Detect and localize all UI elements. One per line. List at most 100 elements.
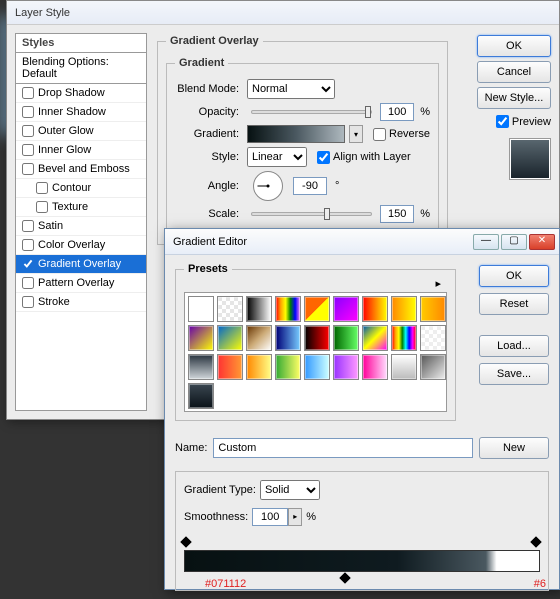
blend-mode-label: Blend Mode: [175, 83, 243, 95]
scale-field[interactable] [380, 205, 414, 223]
style-item-gradient-overlay[interactable]: Gradient Overlay [16, 255, 146, 274]
style-item-drop-shadow[interactable]: Drop Shadow [16, 84, 146, 103]
angle-knob[interactable] [253, 171, 283, 201]
style-item-bevel-and-emboss[interactable]: Bevel and Emboss [16, 160, 146, 179]
preset-swatch[interactable] [333, 296, 359, 322]
preset-swatch[interactable] [188, 354, 214, 380]
gradient-subgroup-legend: Gradient [175, 57, 228, 69]
style-item-contour[interactable]: Contour [16, 179, 146, 198]
opacity-label: Opacity: [175, 106, 243, 118]
deg: ° [335, 180, 339, 192]
style-item-texture[interactable]: Texture [16, 198, 146, 217]
gradient-overlay-legend: Gradient Overlay [166, 35, 263, 47]
ge-load-button[interactable]: Load... [479, 335, 549, 357]
preset-swatch[interactable] [420, 354, 446, 380]
preset-swatch[interactable] [246, 325, 272, 351]
styles-panel: Styles Blending Options: Default Drop Sh… [15, 33, 147, 411]
cancel-button[interactable]: Cancel [477, 61, 551, 83]
gradient-type-label: Gradient Type: [184, 484, 256, 496]
angle-field[interactable] [293, 177, 327, 195]
style-item-satin[interactable]: Satin [16, 217, 146, 236]
preview-swatch [509, 138, 551, 180]
gradient-subgroup: Gradient Blend Mode: Normal Opacity: % G… [166, 57, 439, 236]
presets-group: Presets ▸ [175, 263, 456, 421]
ge-reset-button[interactable]: Reset [479, 293, 549, 315]
pct: % [420, 106, 430, 118]
reverse-checkbox[interactable]: Reverse [373, 128, 430, 141]
preset-swatch[interactable] [362, 354, 388, 380]
preset-swatch[interactable] [333, 325, 359, 351]
style-select[interactable]: Linear [247, 147, 307, 167]
preset-swatch[interactable] [391, 354, 417, 380]
preset-swatch[interactable] [188, 296, 214, 322]
gradient-type-group: Gradient Type: Solid Smoothness: ▸ % [175, 471, 549, 591]
name-field[interactable] [213, 438, 473, 458]
angle-label: Angle: [175, 180, 243, 192]
style-item-inner-glow[interactable]: Inner Glow [16, 141, 146, 160]
preset-swatch[interactable] [275, 296, 301, 322]
preset-swatch[interactable] [246, 296, 272, 322]
presets-menu-icon[interactable]: ▸ [431, 278, 445, 290]
style-item-inner-shadow[interactable]: Inner Shadow [16, 103, 146, 122]
gradient-overlay-group: Gradient Overlay Gradient Blend Mode: No… [157, 35, 448, 245]
gradient-type-select[interactable]: Solid [260, 480, 320, 500]
preset-swatch[interactable] [304, 296, 330, 322]
preset-swatch[interactable] [304, 354, 330, 380]
styles-header: Styles [16, 34, 146, 53]
style-item-stroke[interactable]: Stroke [16, 293, 146, 312]
gradient-editor-titlebar[interactable]: Gradient Editor — ▢ ✕ [165, 229, 559, 255]
layer-style-titlebar[interactable]: Layer Style [7, 1, 559, 25]
maximize-icon[interactable]: ▢ [501, 234, 527, 250]
scale-label: Scale: [175, 208, 243, 220]
preset-swatch[interactable] [362, 296, 388, 322]
gradient-editor-title: Gradient Editor [173, 236, 247, 248]
minimize-icon[interactable]: — [473, 234, 499, 250]
preset-swatch[interactable] [362, 325, 388, 351]
preset-swatch[interactable] [275, 325, 301, 351]
opacity-field[interactable] [380, 103, 414, 121]
blending-options-row[interactable]: Blending Options: Default [16, 53, 146, 84]
ok-button[interactable]: OK [477, 35, 551, 57]
gradient-editor-dialog: Gradient Editor — ▢ ✕ Presets ▸ OK Reset… [164, 228, 560, 590]
presets-label: Presets [188, 263, 228, 275]
name-label: Name: [175, 442, 207, 454]
style-item-color-overlay[interactable]: Color Overlay [16, 236, 146, 255]
style-item-outer-glow[interactable]: Outer Glow [16, 122, 146, 141]
smoothness-field[interactable] [252, 508, 288, 526]
preset-swatch[interactable] [420, 325, 446, 351]
layer-style-buttons: OK Cancel New Style... Preview [477, 35, 551, 180]
preset-swatch[interactable] [188, 383, 214, 409]
opacity-slider[interactable] [251, 110, 372, 114]
preset-swatch[interactable] [275, 354, 301, 380]
ge-ok-button[interactable]: OK [479, 265, 549, 287]
style-item-pattern-overlay[interactable]: Pattern Overlay [16, 274, 146, 293]
align-checkbox[interactable]: Align with Layer [317, 151, 411, 164]
smoothness-stepper[interactable]: ▸ [288, 508, 302, 526]
gradient-editor-buttons: OK Reset Load... Save... [479, 265, 549, 385]
preset-swatch[interactable] [333, 354, 359, 380]
preview-checkbox[interactable]: Preview [477, 115, 551, 128]
gradient-bar[interactable] [184, 540, 540, 582]
preset-swatch[interactable] [420, 296, 446, 322]
layer-style-title: Layer Style [15, 7, 70, 19]
preset-grid [184, 292, 447, 412]
gradient-dropdown[interactable]: ▾ [349, 125, 363, 143]
preset-swatch[interactable] [217, 354, 243, 380]
preset-swatch[interactable] [217, 325, 243, 351]
smoothness-label: Smoothness: [184, 511, 248, 523]
blend-mode-select[interactable]: Normal [247, 79, 335, 99]
preset-swatch[interactable] [391, 296, 417, 322]
new-button[interactable]: New [479, 437, 549, 459]
scale-slider[interactable] [251, 212, 372, 216]
gradient-label: Gradient: [175, 128, 243, 140]
preset-swatch[interactable] [246, 354, 272, 380]
preset-swatch[interactable] [391, 325, 417, 351]
preset-swatch[interactable] [304, 325, 330, 351]
style-label: Style: [175, 151, 243, 163]
preset-swatch[interactable] [188, 325, 214, 351]
gradient-swatch[interactable] [247, 125, 345, 143]
new-style-button[interactable]: New Style... [477, 87, 551, 109]
close-icon[interactable]: ✕ [529, 234, 555, 250]
ge-save-button[interactable]: Save... [479, 363, 549, 385]
preset-swatch[interactable] [217, 296, 243, 322]
